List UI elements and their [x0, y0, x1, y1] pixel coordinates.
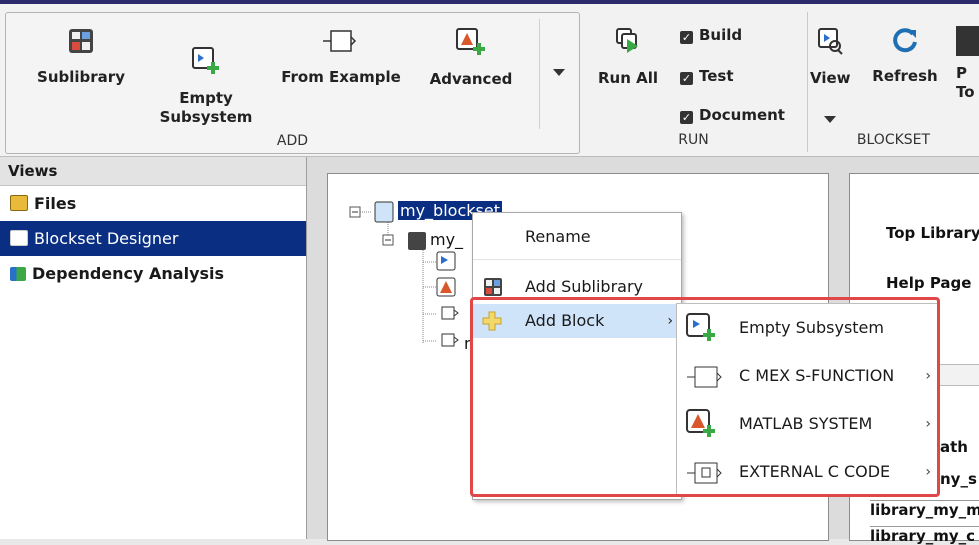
empty-subsystem-label: Empty Subsystem	[159, 89, 253, 126]
views-item-dependency-analysis-label: Dependency Analysis	[32, 264, 225, 283]
run-section: Run All ✓ Build ✓ Test ✓ Document RUN	[580, 12, 808, 152]
dependency-analysis-icon	[10, 267, 26, 281]
views-panel: Views Files Blockset Designer Dependency…	[0, 157, 307, 539]
view-dropdown-chevron-icon[interactable]	[824, 116, 836, 123]
path-row-1: ny_s	[940, 470, 977, 488]
blockset-designer-icon	[10, 230, 28, 246]
advanced-label: Advanced	[429, 70, 513, 88]
test-checkbox[interactable]: ✓ Test	[680, 67, 734, 85]
run-all-label: Run All	[597, 69, 659, 87]
blockset-section: View Refresh P To BLOCKSET	[808, 12, 979, 152]
document-check-icon: ✓	[680, 111, 693, 124]
advanced-button[interactable]: Advanced	[421, 27, 521, 89]
add-separator	[539, 19, 540, 129]
empty-subsystem-icon	[192, 47, 219, 74]
folder-icon	[10, 195, 28, 211]
path-row-2: library_my_m	[870, 500, 979, 519]
document-label: Document	[699, 106, 785, 124]
view-button[interactable]: View	[810, 26, 851, 88]
tree-child-label[interactable]: my_	[430, 230, 463, 249]
views-header: Views	[0, 157, 306, 186]
sublibrary-button[interactable]: Sublibrary	[36, 27, 126, 87]
add-section-title: ADD	[276, 133, 309, 149]
highlight-annotation-box	[470, 297, 940, 497]
build-label: Build	[699, 26, 743, 44]
sublibrary-icon	[69, 29, 93, 53]
views-item-blockset-designer[interactable]: Blockset Designer	[0, 221, 306, 256]
add-more-chevron-icon[interactable]	[553, 69, 565, 76]
refresh-icon	[893, 28, 917, 53]
test-check-icon: ✓	[680, 72, 693, 85]
run-section-title: RUN	[678, 132, 709, 148]
views-item-files-label: Files	[34, 194, 77, 213]
build-check-icon: ✓	[680, 31, 693, 44]
views-item-files[interactable]: Files	[0, 186, 306, 221]
top-library-label: Top Library	[886, 224, 979, 242]
from-example-button[interactable]: From Example	[276, 27, 406, 87]
build-checkbox[interactable]: ✓ Build	[680, 26, 742, 44]
publish-label-2: To	[956, 83, 975, 101]
view-label: View	[810, 69, 851, 87]
document-checkbox[interactable]: ✓ Document	[680, 106, 785, 124]
publish-icon	[956, 26, 979, 56]
views-item-dependency-analysis[interactable]: Dependency Analysis	[0, 256, 306, 291]
menu-item-rename-label: Rename	[525, 227, 591, 246]
from-example-label: From Example	[281, 68, 401, 86]
test-label: Test	[699, 67, 734, 85]
blockset-section-title: BLOCKSET	[856, 132, 931, 148]
toolstrip: Sublibrary Empty Subsystem From Example	[0, 4, 979, 157]
advanced-icon	[456, 28, 485, 55]
help-page-label: Help Page	[886, 274, 972, 292]
empty-subsystem-button[interactable]: Empty Subsystem	[156, 27, 256, 146]
run-all-button[interactable]: Run All	[588, 26, 668, 88]
add-section: Sublibrary Empty Subsystem From Example	[5, 12, 580, 154]
path-header: ath	[940, 438, 968, 456]
path-row-3: library_my_c	[870, 526, 979, 545]
menu-item-rename[interactable]: Rename	[473, 218, 681, 256]
publish-label: P	[956, 64, 967, 82]
sublibrary-label: Sublibrary	[37, 68, 125, 86]
sublibrary-icon	[484, 278, 502, 296]
refresh-button[interactable]: Refresh	[870, 26, 940, 86]
from-example-icon	[323, 30, 357, 52]
view-icon	[818, 28, 843, 55]
views-item-blockset-designer-label: Blockset Designer	[34, 229, 179, 248]
run-all-icon	[616, 28, 638, 53]
refresh-label: Refresh	[872, 67, 938, 85]
publish-button[interactable]: P To	[956, 26, 979, 102]
menu-separator	[473, 259, 681, 260]
